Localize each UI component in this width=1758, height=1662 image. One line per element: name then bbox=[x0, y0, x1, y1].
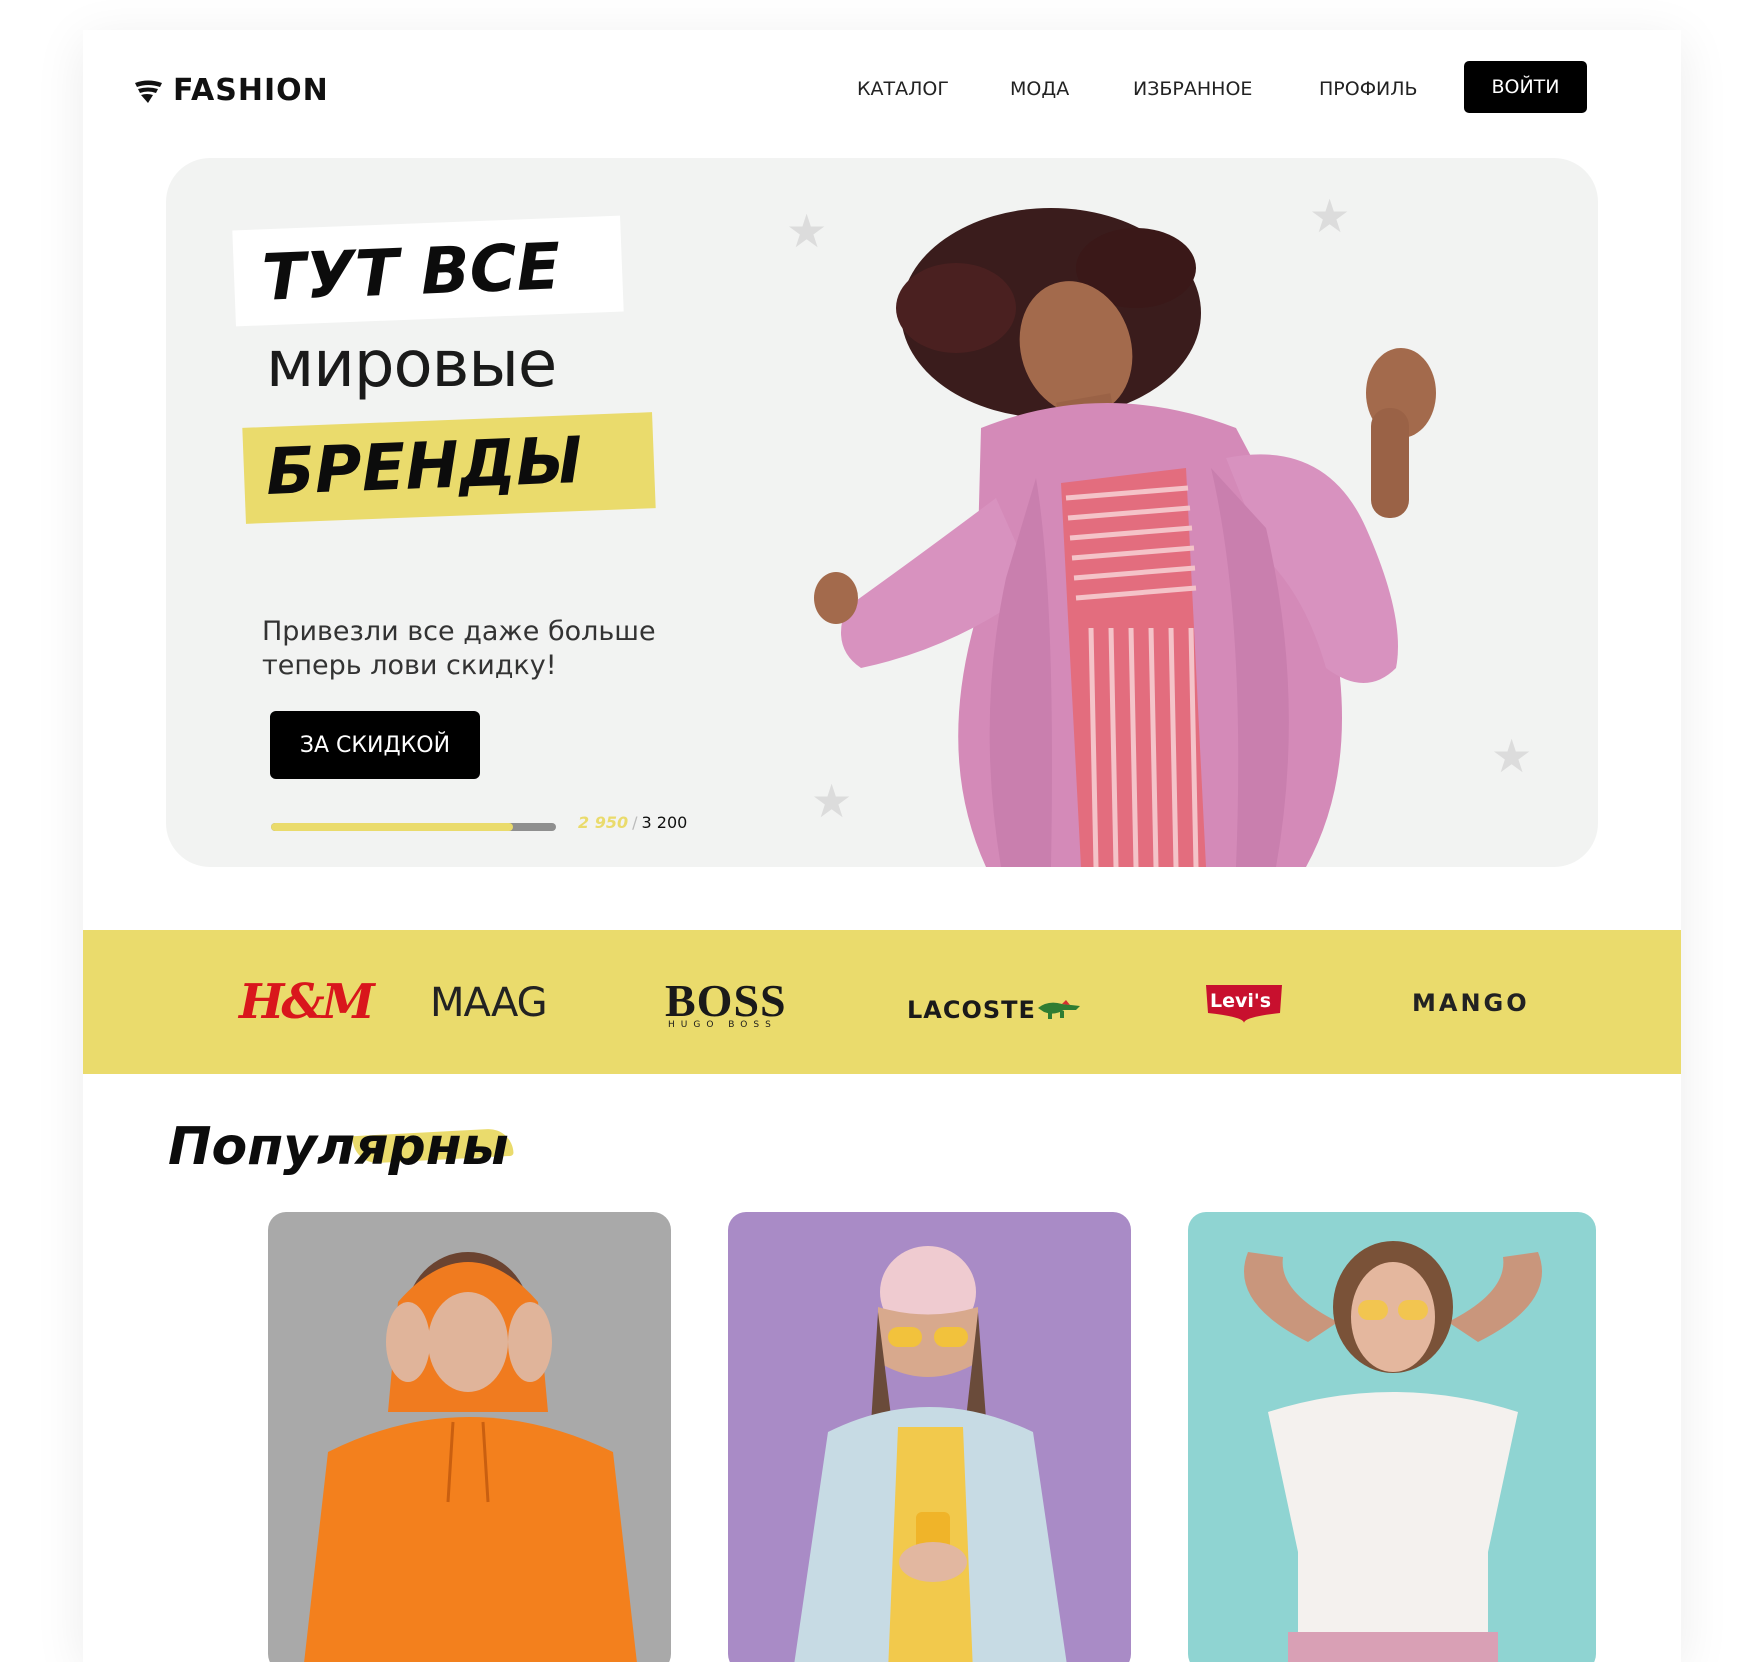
brand-logo-hm[interactable]: H&M bbox=[239, 974, 375, 1030]
nav-item-favorites[interactable]: ИЗБРАННОЕ bbox=[1133, 78, 1252, 100]
progress-separator: / bbox=[632, 813, 638, 832]
nav-item-profile[interactable]: ПРОФИЛЬ bbox=[1319, 78, 1418, 100]
hero-headline-line2: мировые bbox=[266, 328, 557, 402]
wing-logo-icon bbox=[135, 80, 162, 103]
product-card[interactable] bbox=[268, 1212, 671, 1662]
hero-headline-line1: ТУТ ВСЕ bbox=[260, 230, 562, 316]
nav-item-catalog[interactable]: КАТАЛОГ bbox=[857, 78, 949, 100]
progress-counter: 2 950/3 200 bbox=[578, 813, 687, 832]
hero-subtitle-line1: Привезли все даже больше bbox=[262, 616, 656, 647]
progress-total: 3 200 bbox=[641, 813, 688, 832]
brand-logo-levis[interactable]: Levi's bbox=[1210, 990, 1271, 1012]
brand-logo-boss-subtitle: HUGO BOSS bbox=[668, 1020, 777, 1030]
progress-bar bbox=[271, 823, 556, 831]
hero-headline-line3: БРЕНДЫ bbox=[264, 423, 584, 511]
hero-model-image bbox=[814, 208, 1436, 867]
popular-section-title: Популярны bbox=[168, 1117, 509, 1177]
progress-fill bbox=[271, 823, 514, 831]
page: FASHION КАТАЛОГ МОДА ИЗБРАННОЕ ПРОФИЛЬ В… bbox=[83, 30, 1681, 1662]
hero-subtitle-line2: теперь лови скидку! bbox=[262, 650, 557, 681]
nav-item-fashion[interactable]: МОДА bbox=[1010, 78, 1069, 100]
login-button[interactable]: ВОЙТИ bbox=[1464, 61, 1587, 113]
brand-logo-lacoste[interactable]: LACOSTE bbox=[907, 996, 1036, 1024]
crocodile-icon bbox=[1038, 1000, 1080, 1019]
discount-button[interactable]: ЗА СКИДКОЙ bbox=[270, 711, 480, 779]
brand-logo-mango[interactable]: MANGO bbox=[1412, 989, 1530, 1017]
product-image-denim-jacket bbox=[728, 1212, 1131, 1662]
progress-current: 2 950 bbox=[578, 813, 629, 832]
hero-subtitle: Привезли все даже больше теперь лови ски… bbox=[262, 615, 692, 683]
hero-banner: ТУТ ВСЕ мировые БРЕНДЫ Привезли все даже… bbox=[166, 158, 1598, 867]
product-image-white-tee bbox=[1188, 1212, 1596, 1662]
logo[interactable]: FASHION bbox=[133, 70, 329, 110]
brand-logo-maag[interactable]: MAAG bbox=[430, 980, 548, 1026]
logo-text: FASHION bbox=[173, 72, 329, 108]
product-card[interactable] bbox=[1188, 1212, 1596, 1662]
product-image-orange-hoodie bbox=[268, 1212, 671, 1662]
product-card[interactable] bbox=[728, 1212, 1131, 1662]
brands-strip: H&M MAAG BOSS HUGO BOSS LACOSTE Levi's M… bbox=[83, 930, 1681, 1074]
